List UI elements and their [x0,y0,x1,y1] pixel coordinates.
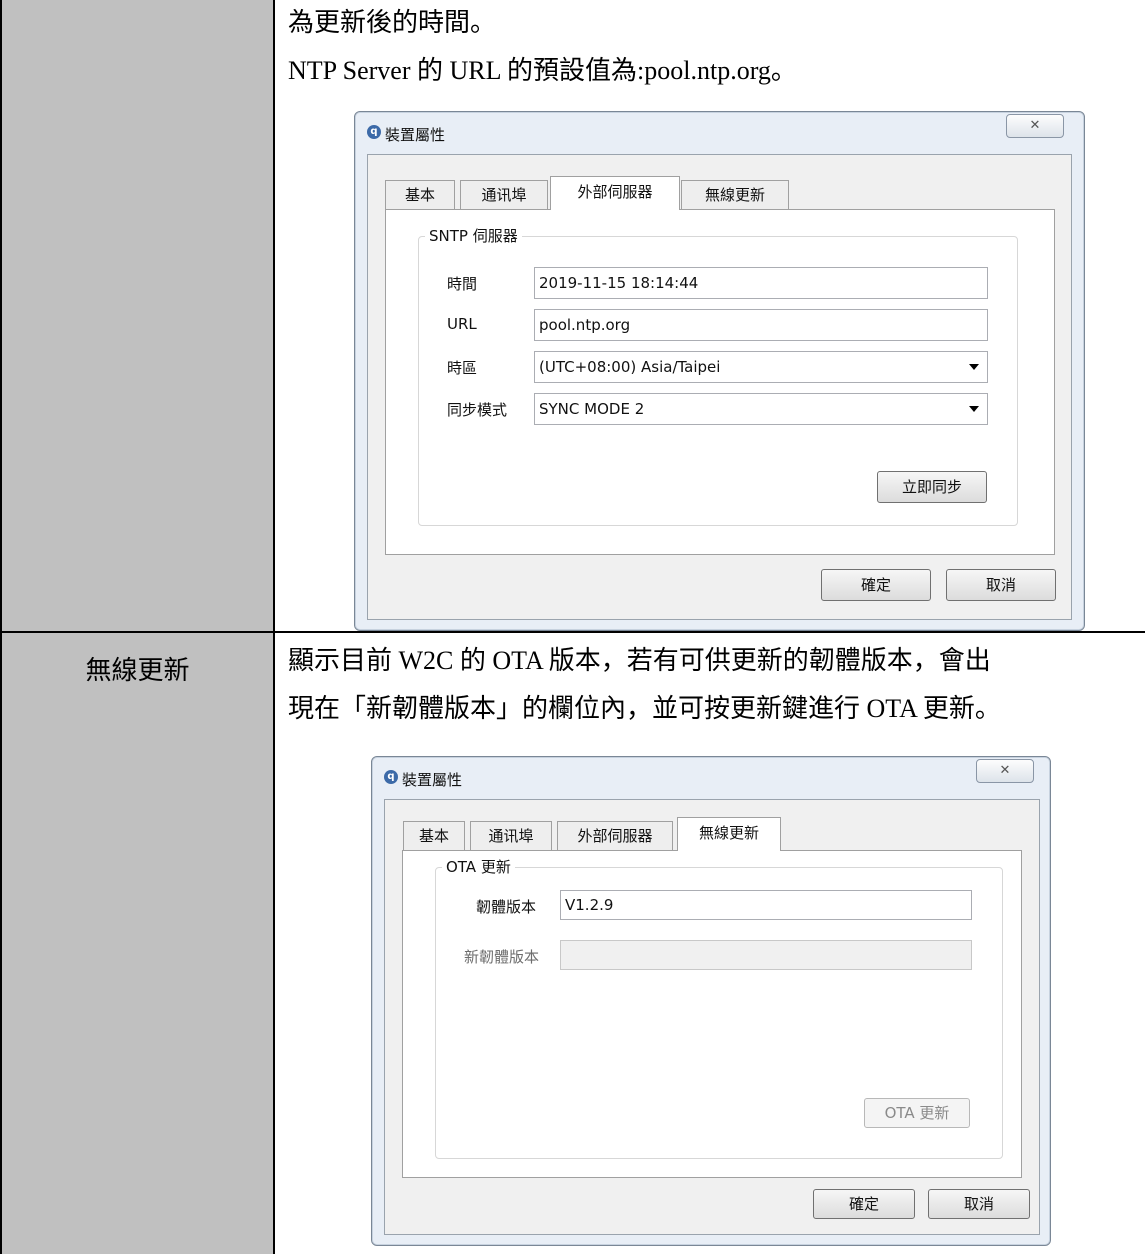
ota-update-button: OTA 更新 [864,1098,970,1128]
row1-line-1: 為更新後的時間。 [288,8,497,37]
sync-mode-value: SYNC MODE 2 [539,400,645,418]
dialog-body: 基本 通讯埠 外部伺服器 無線更新 OTA 更新 韌體版本 V1.2.9 新韌體… [384,799,1040,1235]
app-icon: q [367,125,381,139]
tab-comport[interactable]: 通讯埠 [460,180,548,210]
dialog-title: 裝置屬性 [402,771,463,789]
time-label: 時間 [447,275,478,293]
table-left-border [0,0,2,1254]
app-icon: q [384,770,398,784]
sync-mode-select[interactable]: SYNC MODE 2 [534,393,988,425]
tab-external-server[interactable]: 外部伺服器 [550,176,680,210]
ok-button[interactable]: 確定 [821,569,931,601]
row2-line-1: 顯示目前 W2C 的 OTA 版本，若有可供更新的韌體版本，會出 [288,646,991,675]
sync-now-button[interactable]: 立即同步 [877,471,987,503]
tab-ota-update[interactable]: 無線更新 [681,180,789,210]
tab-panel: SNTP 伺服器 時間 2019-11-15 18:14:44 URL pool… [385,209,1055,555]
row1-line-2: NTP Server 的 URL 的預設值為:pool.ntp.org。 [288,56,797,85]
tab-comport[interactable]: 通讯埠 [470,821,552,851]
document-table: 為更新後的時間。 NTP Server 的 URL 的預設值為:pool.ntp… [0,0,1145,1254]
sntp-group: SNTP 伺服器 時間 2019-11-15 18:14:44 URL pool… [418,225,1018,526]
device-properties-dialog-sntp: q 裝置屬性 ✕ 基本 通讯埠 外部伺服器 無線更新 SNTP 伺服器 時間 2… [354,111,1085,631]
timezone-value: (UTC+08:00) Asia/Taipei [539,358,721,376]
chevron-down-icon [969,406,979,412]
group-title: SNTP 伺服器 [425,225,522,246]
device-properties-dialog-ota: q 裝置屬性 ✕ 基本 通讯埠 外部伺服器 無線更新 OTA 更新 韌體版本 V… [371,756,1051,1246]
tab-basic[interactable]: 基本 [385,180,455,210]
row2-line-2: 現在「新韌體版本」的欄位內，並可按更新鍵進行 OTA 更新。 [288,694,1001,723]
ota-group: OTA 更新 韌體版本 V1.2.9 新韌體版本 OTA 更新 [435,856,1003,1159]
cancel-button[interactable]: 取消 [946,569,1056,601]
url-label: URL [447,315,477,333]
row2-label: 無線更新 [85,656,190,685]
row-divider [0,631,1145,633]
row2-left-cell [0,632,275,1254]
group-title: OTA 更新 [442,856,515,877]
new-firmware-version-label: 新韌體版本 [464,948,540,966]
row1-left-cell [0,0,275,632]
tab-panel: OTA 更新 韌體版本 V1.2.9 新韌體版本 OTA 更新 [402,850,1022,1178]
firmware-version-field[interactable]: V1.2.9 [560,890,972,920]
time-field[interactable]: 2019-11-15 18:14:44 [534,267,988,299]
tab-external-server[interactable]: 外部伺服器 [557,821,673,851]
tab-basic[interactable]: 基本 [403,821,465,851]
firmware-version-label: 韌體版本 [476,898,537,916]
cancel-button[interactable]: 取消 [928,1189,1030,1219]
new-firmware-version-field [560,940,972,970]
url-field[interactable]: pool.ntp.org [534,309,988,341]
timezone-select[interactable]: (UTC+08:00) Asia/Taipei [534,351,988,383]
timezone-label: 時區 [447,359,478,377]
chevron-down-icon [969,364,979,370]
close-button[interactable]: ✕ [976,759,1034,783]
dialog-title: 裝置屬性 [385,126,446,144]
tab-ota-update[interactable]: 無線更新 [677,817,781,851]
ok-button[interactable]: 確定 [813,1189,915,1219]
dialog-body: 基本 通讯埠 外部伺服器 無線更新 SNTP 伺服器 時間 2019-11-15… [367,154,1072,620]
sync-mode-label: 同步模式 [447,401,508,419]
close-button[interactable]: ✕ [1006,114,1064,138]
